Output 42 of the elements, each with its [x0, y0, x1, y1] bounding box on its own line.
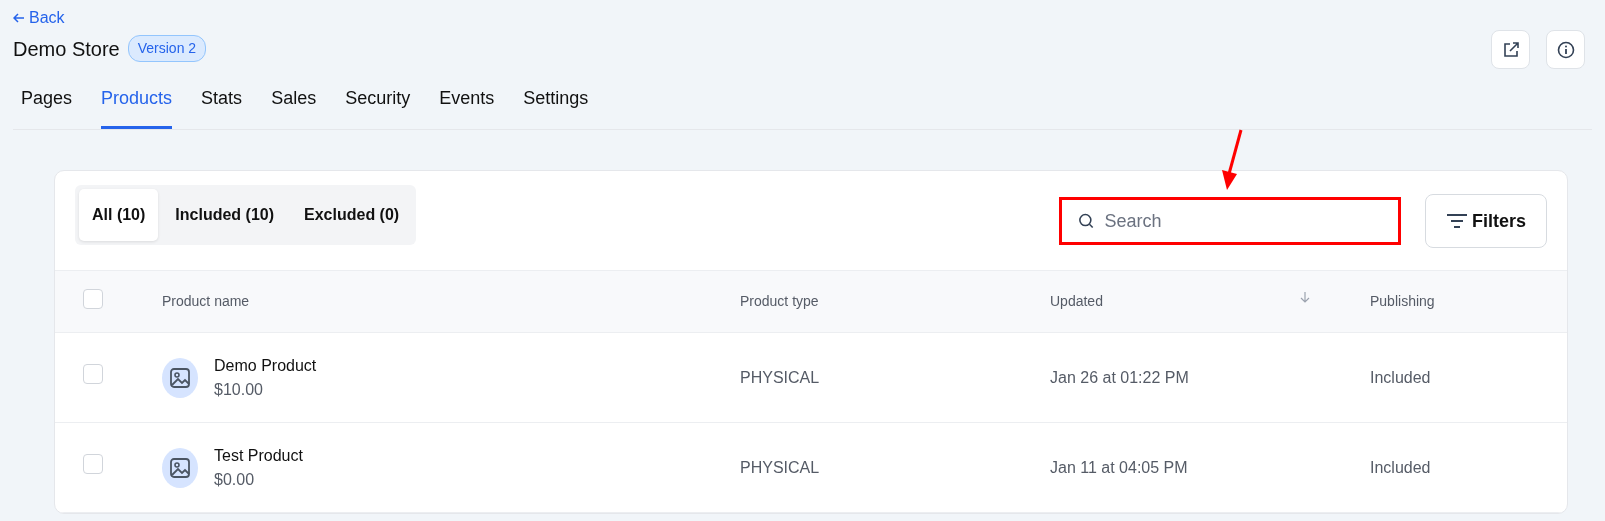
segment-tab[interactable]: All (10) [79, 189, 159, 241]
nav-tab[interactable]: Sales [271, 75, 317, 129]
external-link-button[interactable] [1491, 30, 1530, 69]
filters-button[interactable]: Filters [1424, 194, 1547, 248]
nav-tab[interactable]: Settings [523, 75, 589, 129]
external-link-icon [1501, 40, 1520, 59]
product-price: $10.00 [214, 379, 264, 400]
image-icon [169, 456, 191, 479]
column-header: Product type [740, 293, 819, 309]
table-cell-text: Jan 26 at 01:22 PM [1050, 367, 1189, 388]
product-name: Test Product [214, 445, 303, 466]
product-name: Demo Product [214, 355, 317, 376]
column-header: Product name [162, 293, 250, 309]
filter-icon [1445, 212, 1468, 230]
checkbox[interactable] [83, 364, 103, 384]
column-header: Publishing [1370, 292, 1435, 311]
checkbox[interactable] [83, 454, 103, 474]
version-badge: Version 2 [127, 35, 207, 62]
nav-tab[interactable]: Pages [21, 75, 73, 129]
store-title: Demo Store [13, 36, 120, 61]
table-cell-text: Jan 11 at 04:05 PM [1050, 457, 1188, 478]
search-field[interactable]: Search [1058, 197, 1401, 245]
segment-tab[interactable]: Included (10) [162, 189, 288, 241]
checkbox[interactable] [83, 288, 103, 309]
back-arrow-icon [13, 12, 25, 24]
back-link[interactable]: Back [13, 6, 65, 30]
product-price: $0.00 [214, 469, 256, 490]
table-cell-text: Included [1370, 367, 1431, 388]
segment-tab[interactable]: Excluded (0) [291, 189, 413, 241]
nav-tab[interactable]: Security [345, 75, 411, 129]
nav-tab[interactable]: Stats [201, 75, 243, 129]
table-cell: PHYSICAL [740, 368, 820, 386]
table-cell: PHYSICAL [740, 458, 820, 476]
nav-tab[interactable]: Events [439, 75, 495, 129]
info-icon [1556, 40, 1575, 59]
search-icon [1077, 212, 1095, 230]
nav-tab[interactable]: Products [101, 75, 173, 129]
table-cell-text: Included [1370, 457, 1431, 478]
info-button[interactable] [1546, 30, 1585, 69]
column-header: Updated [1050, 292, 1103, 311]
image-icon [169, 366, 191, 389]
sort-arrow-icon[interactable] [1300, 291, 1310, 303]
